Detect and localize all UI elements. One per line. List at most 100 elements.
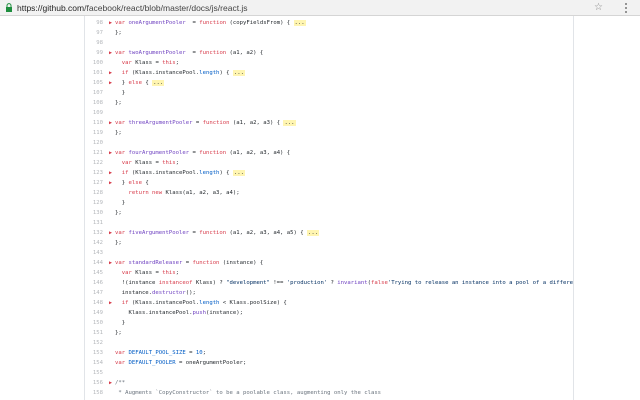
code-text: instance.destructor(); xyxy=(115,288,196,298)
code-token: function xyxy=(202,120,230,126)
line-number[interactable]: 121 xyxy=(85,148,103,158)
line-number[interactable]: 144 xyxy=(85,258,103,268)
code-token: ; xyxy=(175,270,180,276)
line-number[interactable]: 130 xyxy=(85,208,103,218)
code-token: function xyxy=(199,230,227,236)
code-token: function xyxy=(199,50,227,56)
code-token: }; xyxy=(115,240,122,246)
line-number[interactable]: 110 xyxy=(85,118,103,128)
code-text: var oneArgumentPooler = function (copyFi… xyxy=(115,18,306,28)
collapsed-block-marker[interactable]: ... xyxy=(307,230,320,236)
line-number[interactable]: 97 xyxy=(85,28,103,38)
line-number[interactable]: 131 xyxy=(85,218,103,228)
code-token: if xyxy=(121,170,132,176)
line-number[interactable]: 98 xyxy=(85,38,103,48)
collapsed-block-marker[interactable]: ... xyxy=(283,120,296,126)
code-token: length xyxy=(199,300,220,306)
collapsed-block-marker[interactable]: ... xyxy=(232,170,246,176)
code-token: (); xyxy=(185,290,196,296)
line-number[interactable]: 127 xyxy=(85,178,103,188)
line-number[interactable]: 148 xyxy=(85,298,103,308)
code-token: Klass) ? xyxy=(195,280,227,286)
line-number[interactable]: 101 xyxy=(85,68,103,78)
code-text: var threeArgumentPooler = function (a1, … xyxy=(115,118,296,128)
star-icon[interactable]: ☆ xyxy=(594,2,603,13)
line-number[interactable]: 132 xyxy=(85,228,103,238)
code-line: 145 var Klass = this; xyxy=(85,268,573,278)
code-token: !== xyxy=(269,280,287,286)
line-number[interactable]: 120 xyxy=(85,138,103,148)
fold-toggle-icon[interactable]: ▶ xyxy=(109,378,112,388)
fold-toggle-icon[interactable]: ▶ xyxy=(109,48,112,58)
code-line: 149 Klass.instancePool.push(instance); xyxy=(85,308,573,318)
code-token: }; xyxy=(115,330,122,336)
code-token: instance. xyxy=(115,290,153,296)
line-number[interactable]: 152 xyxy=(85,338,103,348)
line-number[interactable]: 142 xyxy=(85,238,103,248)
code-token: Klass = xyxy=(135,60,163,66)
line-number[interactable]: 145 xyxy=(85,268,103,278)
line-number[interactable]: 107 xyxy=(85,88,103,98)
fold-toggle-icon[interactable]: ▶ xyxy=(109,178,112,188)
fold-toggle-icon[interactable]: ▶ xyxy=(109,118,112,128)
code-text: }; xyxy=(115,28,122,38)
code-token: ; xyxy=(202,350,206,356)
line-number[interactable]: 123 xyxy=(85,168,103,178)
browser-toolbar: https://github.com/facebook/react/blob/m… xyxy=(0,0,640,16)
code-text: /** xyxy=(115,378,125,388)
code-token: 'production' xyxy=(286,280,328,286)
fold-toggle-icon[interactable]: ▶ xyxy=(109,18,112,28)
collapsed-block-marker[interactable]: ... xyxy=(232,70,246,76)
fold-toggle-icon[interactable]: ▶ xyxy=(109,148,112,158)
line-number[interactable]: 119 xyxy=(85,128,103,138)
fold-toggle-icon[interactable]: ▶ xyxy=(109,168,112,178)
code-text: } xyxy=(115,318,125,328)
fold-toggle-icon[interactable]: ▶ xyxy=(109,78,112,88)
code-token: this xyxy=(162,270,176,276)
collapsed-block-marker[interactable]: ... xyxy=(152,80,165,86)
line-number[interactable]: 149 xyxy=(85,308,103,318)
code-line: 109 xyxy=(85,108,573,118)
collapsed-block-marker[interactable]: ... xyxy=(293,20,306,26)
code-line: 146 !(instance instanceof Klass) ? "deve… xyxy=(85,278,573,288)
line-number[interactable]: 151 xyxy=(85,328,103,338)
line-number[interactable]: 109 xyxy=(85,108,103,118)
code-token: }; xyxy=(115,210,122,216)
code-token: (a1, a2, a3) { xyxy=(229,120,284,126)
fold-toggle-icon[interactable]: ▶ xyxy=(109,228,112,238)
code-text: var fiveArgumentPooler = function (a1, a… xyxy=(115,228,320,238)
line-number[interactable]: 156 xyxy=(85,378,103,388)
line-number[interactable]: 105 xyxy=(85,78,103,88)
line-number[interactable]: 129 xyxy=(85,198,103,208)
line-number[interactable]: 99 xyxy=(85,48,103,58)
code-line: 123 ▶ if (Klass.instancePool.length) { ..… xyxy=(85,168,573,178)
line-number[interactable]: 158 xyxy=(85,388,103,398)
code-line: 127 ▶ } else { xyxy=(85,178,573,188)
fold-toggle-icon[interactable]: ▶ xyxy=(109,258,112,268)
line-number[interactable]: 128 xyxy=(85,188,103,198)
line-number[interactable]: 155 xyxy=(85,368,103,378)
line-number[interactable]: 143 xyxy=(85,248,103,258)
line-number[interactable]: 98 xyxy=(85,18,103,28)
code-token: var xyxy=(115,150,129,156)
line-number[interactable]: 154 xyxy=(85,358,103,368)
line-number[interactable]: 147 xyxy=(85,288,103,298)
code-text: var twoArgumentPooler = function (a1, a2… xyxy=(115,48,263,58)
line-number[interactable]: 153 xyxy=(85,348,103,358)
line-number[interactable]: 146 xyxy=(85,278,103,288)
fold-toggle-icon[interactable]: ▶ xyxy=(109,298,112,308)
fold-toggle-icon[interactable]: ▶ xyxy=(109,68,112,78)
line-number[interactable]: 100 xyxy=(85,58,103,68)
code-token: function xyxy=(199,150,227,156)
line-number[interactable]: 122 xyxy=(85,158,103,168)
line-number[interactable]: 108 xyxy=(85,98,103,108)
code-token: instanceof xyxy=(158,280,196,286)
kebab-menu-icon[interactable] xyxy=(624,3,628,13)
line-number[interactable]: 150 xyxy=(85,318,103,328)
code-token: (Klass.instancePool. xyxy=(131,70,200,76)
code-token: DEFAULT_POOLER xyxy=(128,360,176,366)
address-bar[interactable]: https://github.com/facebook/react/blob/m… xyxy=(17,3,248,13)
